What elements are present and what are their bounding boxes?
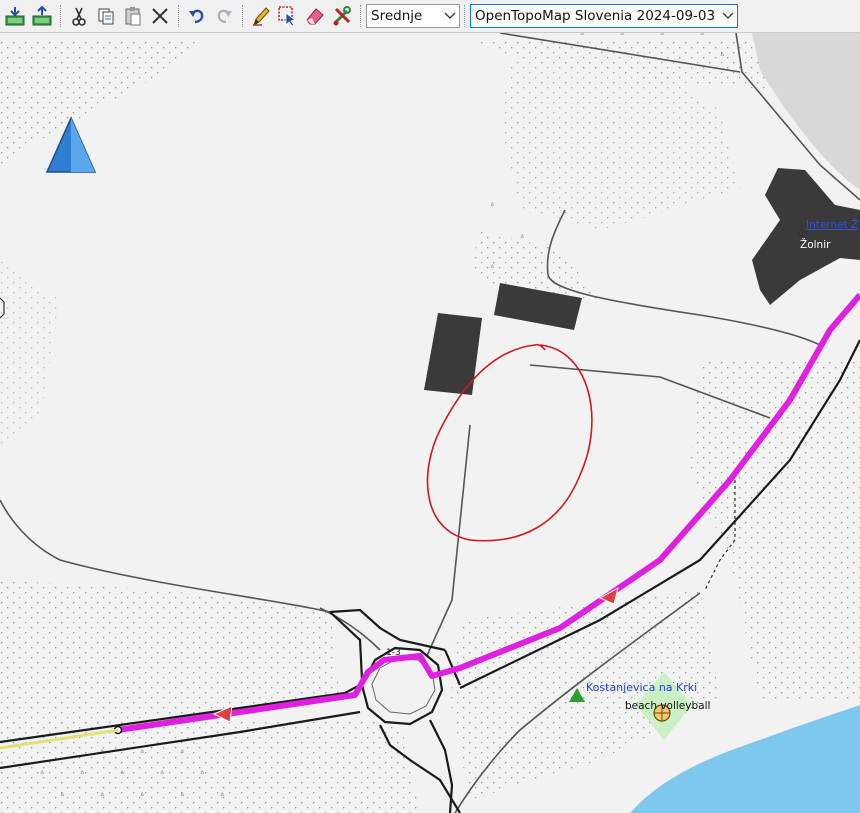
map-view[interactable]: ᐞᐞᐞᐞᐞ ᐞᐞᐞ ᐞᐞᐞᐞᐞ ᐞᐞᐞᐞᐞ ᐞᐞᐞ Kostanjevica n…: [0, 33, 860, 813]
toolbar-separator: [60, 5, 62, 27]
svg-text:ᐞ: ᐞ: [80, 769, 84, 778]
svg-text:ᐞ: ᐞ: [60, 791, 64, 800]
svg-text:ᐞ: ᐞ: [40, 769, 44, 778]
beach-volleyball-label: beach volleyball: [625, 700, 711, 712]
svg-text:ᐞ: ᐞ: [580, 33, 584, 39]
detail-level-value: Srednje: [371, 8, 423, 24]
toolbar-separator: [360, 5, 362, 27]
svg-text:ᐞ: ᐞ: [490, 201, 494, 210]
toolbar-separator: [178, 5, 180, 27]
paste-button[interactable]: [120, 3, 146, 29]
copy-icon: [98, 8, 114, 25]
toolbar: Srednje OpenTopoMap Slovenia 2024-09-03: [0, 0, 860, 33]
cut-button[interactable]: [66, 3, 92, 29]
detail-level-select[interactable]: Srednje: [366, 4, 460, 28]
svg-text:ᐞ: ᐞ: [520, 233, 524, 242]
road-ref-label: 1-3: [386, 648, 401, 658]
svg-text:ᐞ: ᐞ: [180, 748, 184, 757]
toolbar-separator: [464, 5, 466, 27]
copy-button[interactable]: [93, 3, 119, 29]
chevron-down-icon: [719, 5, 737, 27]
tools-button[interactable]: [329, 3, 355, 29]
toolbar-separator: [242, 5, 244, 27]
redo-button[interactable]: [211, 3, 237, 29]
internet-poi-label: Internet Ž: [806, 219, 859, 231]
delete-button[interactable]: [147, 3, 173, 29]
undo-icon: [189, 9, 204, 24]
svg-text:ᐞ: ᐞ: [140, 791, 144, 800]
svg-text:ᐞ: ᐞ: [140, 748, 144, 757]
eraser-icon: [306, 8, 324, 25]
svg-text:ᐞ: ᐞ: [100, 791, 104, 800]
poi-name-label: Žolnir: [800, 239, 831, 251]
redo-icon: [217, 9, 232, 24]
upload-map-button[interactable]: [29, 3, 55, 29]
delete-icon: [152, 8, 168, 24]
town-label: Kostanjevica na Krki: [586, 681, 698, 694]
paste-icon: [125, 7, 141, 26]
svg-text:ᐞ: ᐞ: [720, 51, 724, 60]
map-canvas: ᐞ ᐞ ᐞ ᐞᐞ ᐞᐞᐞ ᐞᐞᐞᐞᐞ ᐞᐞᐞᐞᐞ ᐞᐞᐞ: [0, 33, 860, 813]
svg-text:ᐞ: ᐞ: [160, 769, 164, 778]
svg-text:ᐞ: ᐞ: [200, 769, 204, 778]
draw-button[interactable]: [248, 3, 274, 29]
upload-map-icon: [32, 5, 52, 26]
svg-text:ᐞ: ᐞ: [700, 33, 704, 39]
svg-text:ᐞ: ᐞ: [220, 791, 224, 800]
download-map-button[interactable]: [2, 3, 28, 29]
cut-icon: [72, 7, 86, 26]
svg-text:ᐞ: ᐞ: [180, 791, 184, 800]
select-tool-icon: [278, 6, 296, 27]
svg-text:ᐞ: ᐞ: [490, 263, 494, 272]
download-map-icon: [5, 7, 25, 26]
eraser-button[interactable]: [302, 3, 328, 29]
map-select-value: OpenTopoMap Slovenia 2024-09-03: [475, 8, 716, 24]
svg-text:ᐞ: ᐞ: [120, 769, 124, 778]
map-select[interactable]: OpenTopoMap Slovenia 2024-09-03: [470, 4, 738, 28]
select-tool-button[interactable]: [275, 3, 301, 29]
draw-pencil-icon: [253, 7, 270, 27]
svg-text:ᐞ: ᐞ: [660, 33, 664, 39]
svg-text:ᐞ: ᐞ: [620, 33, 624, 39]
tools-icon: [333, 6, 351, 26]
undo-button[interactable]: [184, 3, 210, 29]
chevron-down-icon: [441, 5, 459, 27]
